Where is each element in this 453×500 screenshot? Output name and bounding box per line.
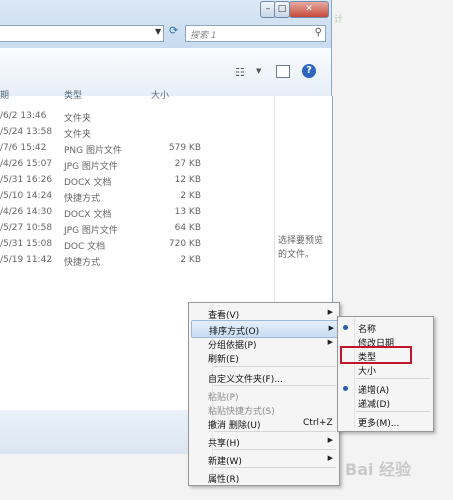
menu-item-customize-folder[interactable]: 自定义文件夹(F)... (191, 369, 337, 385)
file-date: /7/6 15:42 (0, 143, 47, 153)
file-date: /5/31 16:26 (0, 175, 53, 185)
menu-separator (214, 431, 336, 432)
column-header-type[interactable]: 类型 (64, 88, 82, 101)
file-date: /5/27 10:58 (0, 223, 53, 233)
menu-item-label: 更多(M)... (358, 419, 400, 429)
help-icon[interactable]: ? (302, 64, 316, 78)
file-size: 27 KB (174, 159, 201, 169)
table-row[interactable]: /5/10 14:24 快捷方式 2 KB (0, 191, 274, 207)
submenu-arrow-icon: ▶ (328, 324, 334, 332)
preview-message: 选择要预览的文件。 (278, 236, 324, 260)
menu-item-label: 撤消 删除(U) (208, 421, 261, 431)
sort-more[interactable]: 更多(M)... (340, 413, 430, 429)
table-row[interactable]: /4/26 14:30 DOCX 文档 13 KB (0, 207, 274, 223)
file-size: 2 KB (180, 255, 201, 265)
table-row[interactable]: /5/19 11:42 快捷方式 2 KB (0, 255, 274, 271)
table-row[interactable]: /5/31 15:08 DOC 文档 720 KB (0, 239, 274, 255)
menu-separator (356, 411, 430, 412)
menu-item-share[interactable]: 共享(H) ▶ (191, 433, 337, 449)
table-row[interactable]: /5/27 10:58 JPG 图片文件 64 KB (0, 223, 274, 239)
chevron-down-icon[interactable]: ▼ (256, 67, 261, 75)
background-text: 计 (334, 15, 344, 25)
file-type: DOCX 文档 (64, 210, 112, 220)
submenu-arrow-icon: ▶ (327, 338, 333, 346)
file-type: JPG 图片文件 (64, 162, 118, 172)
address-bar[interactable] (0, 25, 164, 42)
file-size: 12 KB (174, 175, 201, 185)
table-row[interactable]: /4/26 15:07 JPG 图片文件 27 KB (0, 159, 274, 175)
menu-item-label: 刷新(E) (208, 355, 239, 365)
menu-item-properties[interactable]: 属性(R) (191, 469, 337, 485)
file-date: /4/26 15:07 (0, 159, 53, 169)
radio-selected-icon (343, 325, 348, 330)
file-size: 720 KB (168, 239, 201, 249)
file-type: 快捷方式 (64, 258, 101, 268)
file-date: /5/19 11:42 (0, 255, 53, 265)
menu-separator (214, 385, 336, 386)
sort-descending[interactable]: 递减(D) (340, 394, 430, 410)
maximize-button[interactable]: □ (274, 1, 290, 18)
table-row[interactable]: /7/6 15:42 PNG 图片文件 579 KB (0, 143, 274, 159)
file-type: 文件夹 (64, 114, 92, 124)
file-type: DOC 文档 (64, 242, 106, 252)
menu-item-label: 新建(W) (208, 457, 242, 467)
file-size: 579 KB (168, 143, 201, 153)
menu-separator (356, 378, 430, 379)
menu-item-label: 大小 (358, 367, 377, 377)
file-type: JPG 图片文件 (64, 226, 118, 236)
file-type: PNG 图片文件 (64, 146, 122, 156)
view-options-icon[interactable]: ☷ (235, 66, 245, 79)
menu-item-view[interactable]: 查看(V) ▶ (191, 305, 337, 321)
close-button[interactable]: ✕ (289, 1, 329, 18)
file-date: /6/2 13:46 (0, 111, 47, 121)
menu-shortcut: Ctrl+Z (303, 418, 333, 428)
highlight-annotation (340, 346, 412, 364)
file-size: 64 KB (174, 223, 201, 233)
file-size: 2 KB (180, 191, 201, 201)
watermark-text: Bai 经验 (345, 460, 412, 479)
radio-selected-icon (343, 386, 348, 391)
menu-item-label: 自定义文件夹(F)... (208, 375, 283, 385)
table-row[interactable]: /5/24 13:58 文件夹 (0, 127, 274, 143)
submenu-arrow-icon: ▶ (327, 436, 333, 444)
submenu-arrow-icon: ▶ (327, 454, 333, 462)
file-date: /5/24 13:58 (0, 127, 53, 137)
submenu-arrow-icon: ▶ (327, 308, 333, 316)
menu-item-undo-delete[interactable]: 撤消 删除(U) Ctrl+Z (191, 415, 337, 431)
search-icon[interactable]: ⚲ (315, 27, 322, 38)
menu-item-label: 共享(H) (208, 439, 240, 449)
table-row[interactable]: /5/31 16:26 DOCX 文档 12 KB (0, 175, 274, 191)
file-date: /4/26 14:30 (0, 207, 53, 217)
chevron-down-icon[interactable]: ▼ (155, 27, 161, 36)
menu-item-label: 属性(R) (208, 475, 240, 485)
preview-pane-icon[interactable] (276, 65, 290, 78)
search-input[interactable]: 搜索 1 ⚲ (185, 25, 326, 42)
menu-separator (214, 449, 336, 450)
column-header-date[interactable]: 期 (0, 88, 9, 101)
file-date: /5/10 14:24 (0, 191, 53, 201)
file-type: 快捷方式 (64, 194, 101, 204)
file-type: DOCX 文档 (64, 178, 112, 188)
refresh-icon[interactable]: ⟳ (169, 24, 181, 38)
menu-separator (214, 366, 336, 367)
menu-item-new[interactable]: 新建(W) ▶ (191, 451, 337, 467)
column-header-size[interactable]: 大小 (151, 88, 169, 101)
file-date: /5/31 15:08 (0, 239, 53, 249)
search-placeholder: 搜索 1 (190, 31, 217, 41)
menu-item-refresh[interactable]: 刷新(E) (191, 349, 337, 365)
file-size: 13 KB (174, 207, 201, 217)
menu-item-label: 递减(D) (358, 400, 390, 410)
menu-separator (214, 467, 336, 468)
table-row[interactable]: /6/2 13:46 文件夹 (0, 111, 274, 127)
file-type: 文件夹 (64, 130, 92, 140)
